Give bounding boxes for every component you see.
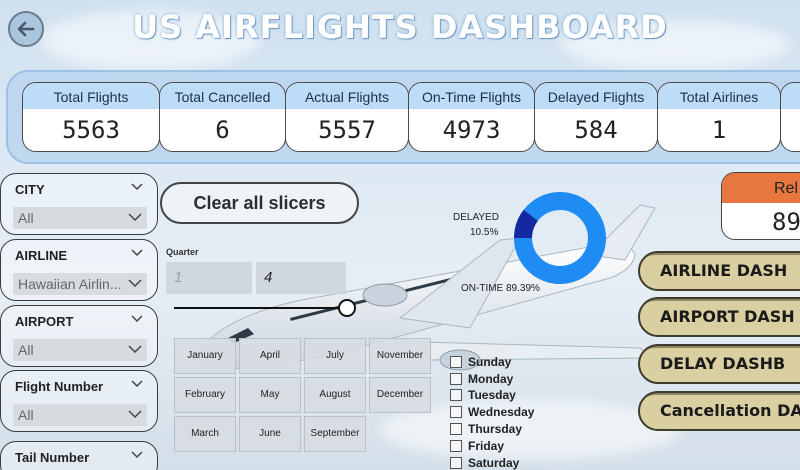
clear-slicers-button[interactable]: Clear all slicers [160, 182, 359, 224]
month-july[interactable]: July [304, 338, 366, 374]
airline-dashboard-button[interactable]: AIRLINE DASH [638, 251, 800, 291]
day-option-friday[interactable]: Friday [450, 438, 504, 454]
airport-dashboard-button[interactable]: AIRPORT DASH [638, 297, 800, 337]
month-june[interactable]: June [239, 416, 301, 452]
kpi-card-partial [780, 82, 800, 152]
day-option-saturday[interactable]: Saturday [450, 455, 519, 470]
slicer-value: All [18, 407, 34, 423]
chevron-down-icon [128, 410, 142, 419]
kpi-label: Total Cancelled [160, 83, 285, 109]
chevron-down-icon [128, 279, 142, 288]
checkbox[interactable] [450, 389, 462, 401]
day-label: Wednesday [468, 405, 535, 419]
quarter-slider-track[interactable] [174, 307, 346, 309]
day-option-thursday[interactable]: Thursday [450, 421, 522, 437]
quarter-max-input[interactable]: 4 [256, 262, 346, 294]
kpi-value: 5557 [318, 116, 376, 144]
month-november[interactable]: November [369, 338, 431, 374]
slicer-dropdown[interactable]: All [13, 404, 147, 426]
donut-slice-delayed [514, 209, 539, 239]
slicer-dropdown[interactable]: All [13, 207, 147, 229]
day-label: Monday [468, 372, 514, 386]
kpi-on-time-flights: On-Time Flights 4973 [408, 82, 535, 152]
slicer-airport[interactable]: AIRPORT All [0, 305, 158, 367]
kpi-total-cancelled: Total Cancelled 6 [159, 82, 286, 152]
month-december[interactable]: December [369, 377, 431, 413]
slicer-city[interactable]: CITY All [0, 173, 158, 235]
reliability-label: Rel [722, 173, 800, 203]
kpi-label: Total Airlines [658, 83, 780, 109]
slicer-title: Flight Number [15, 379, 104, 394]
month-september[interactable]: September [304, 416, 366, 452]
checkbox[interactable] [450, 356, 462, 368]
day-option-wednesday[interactable]: Wednesday [450, 404, 534, 420]
slicer-flight-number[interactable]: Flight Number All [0, 370, 158, 432]
slicer-value: Hawaiian Airlin... [18, 276, 122, 292]
day-label: Sunday [468, 355, 512, 369]
donut-label-delayed: DELAYED [453, 212, 499, 223]
chevron-down-icon[interactable] [131, 380, 143, 388]
slicer-title: AIRLINE [15, 248, 67, 263]
day-label: Thursday [468, 422, 523, 436]
quarter-slider-handle[interactable] [338, 299, 356, 317]
chevron-down-icon [128, 213, 142, 222]
day-option-sunday[interactable]: Sunday [450, 354, 511, 370]
month-april[interactable]: April [239, 338, 301, 374]
chevron-down-icon[interactable] [131, 451, 143, 459]
kpi-total-airlines: Total Airlines 1 [657, 82, 781, 152]
checkbox[interactable] [450, 457, 462, 469]
slicer-title: Tail Number [15, 450, 90, 465]
slicer-title: CITY [15, 182, 45, 197]
reliability-value: 89 [772, 208, 800, 236]
donut-value-delayed: 10.5% [470, 227, 499, 238]
checkbox[interactable] [450, 406, 462, 418]
kpi-label: Actual Flights [286, 83, 408, 109]
page-title: US AIRFLIGHTS DASHBOARD [132, 8, 668, 46]
month-march[interactable]: March [174, 416, 236, 452]
day-option-tuesday[interactable]: Tuesday [450, 387, 516, 403]
checkbox[interactable] [450, 423, 462, 435]
quarter-min-input[interactable]: 1 [166, 262, 252, 294]
kpi-value: 584 [574, 116, 618, 144]
kpi-value: 6 [215, 116, 230, 144]
cancellation-dashboard-button[interactable]: Cancellation DA [638, 391, 800, 431]
kpi-label: On-Time Flights [409, 83, 534, 109]
day-label: Tuesday [468, 388, 516, 402]
kpi-value: 5563 [62, 116, 120, 144]
kpi-label: Delayed Flights [535, 83, 657, 109]
slicer-value: All [18, 342, 34, 358]
chevron-down-icon[interactable] [131, 183, 143, 191]
chevron-down-icon[interactable] [131, 249, 143, 257]
month-january[interactable]: January [174, 338, 236, 374]
kpi-value: 4973 [442, 116, 501, 144]
kpi-delayed-flights: Delayed Flights 584 [534, 82, 658, 152]
donut-slice-on-time [514, 192, 606, 284]
slicer-dropdown[interactable]: All [13, 339, 147, 361]
month-august[interactable]: August [304, 377, 366, 413]
chevron-down-icon [128, 345, 142, 354]
kpi-label [781, 83, 800, 109]
checkbox[interactable] [450, 373, 462, 385]
delay-dashboard-button[interactable]: DELAY DASHB [638, 344, 800, 384]
kpi-label: Total Flights [23, 83, 159, 109]
kpi-actual-flights: Actual Flights 5557 [285, 82, 409, 152]
on-time-delayed-donut [514, 192, 606, 284]
slicer-dropdown[interactable]: Hawaiian Airlin... [13, 273, 147, 295]
kpi-value: 1 [711, 116, 727, 144]
slicer-tail-number[interactable]: Tail Number [0, 441, 158, 470]
checkbox[interactable] [450, 440, 462, 452]
slicer-airline[interactable]: AIRLINE Hawaiian Airlin... [0, 239, 158, 301]
donut-label-on-time: ON-TIME 89.39% [461, 283, 540, 294]
chevron-down-icon[interactable] [131, 315, 143, 323]
reliability-card: Rel 89 [721, 172, 800, 240]
quarter-label: Quarter [166, 247, 199, 257]
day-option-monday[interactable]: Monday [450, 371, 513, 387]
month-may[interactable]: May [239, 377, 301, 413]
day-label: Friday [468, 439, 505, 453]
month-february[interactable]: February [174, 377, 236, 413]
kpi-total-flights: Total Flights 5563 [22, 82, 160, 152]
slicer-value: All [18, 210, 34, 226]
day-label: Saturday [468, 456, 520, 470]
slicer-title: AIRPORT [15, 314, 74, 329]
